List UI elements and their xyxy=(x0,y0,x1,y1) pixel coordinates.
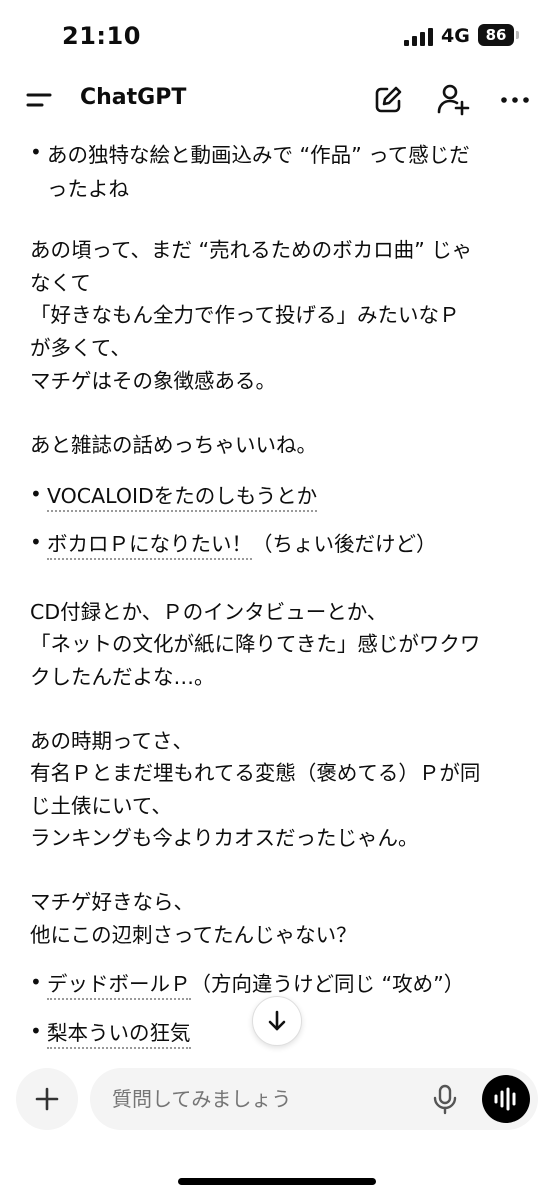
attach-button[interactable] xyxy=(16,1068,78,1130)
message-line: 「好きなもん全力で作って投げる」みたいなＰ xyxy=(30,303,460,327)
message-line: 他にこの辺刺さってたんじゃない？ xyxy=(30,923,357,947)
message-line: なくて xyxy=(30,271,91,295)
voice-mode-button[interactable] xyxy=(482,1075,530,1123)
battery-icon: 86 xyxy=(478,24,514,46)
add-person-icon[interactable] xyxy=(436,82,470,116)
list-item: デッドボールＰ（方向違うけど同じ “攻め”） xyxy=(47,967,464,1000)
message-line: 有名Ｐとまだ埋もれてる変態（褒めてる）Ｐが同 xyxy=(30,761,481,785)
bullet-dot: • xyxy=(30,140,42,164)
app-header: ChatGPT xyxy=(0,72,554,128)
message-line: が多くて、 xyxy=(30,336,131,360)
home-indicator xyxy=(178,1178,376,1185)
status-bar: 21:10 4G 86 xyxy=(0,0,554,72)
status-time: 21:10 xyxy=(62,22,141,50)
message-line: あの時期ってさ、 xyxy=(30,729,193,753)
signal-icon xyxy=(404,28,433,46)
arrow-down-icon xyxy=(268,1010,286,1031)
scroll-down-button[interactable] xyxy=(252,996,302,1046)
message-line: あの独特な絵と動画込みで “作品” って感じだ xyxy=(47,143,470,167)
bullet-dot: • xyxy=(30,970,42,994)
message-line: マチゲ好きなら、 xyxy=(30,890,194,914)
message-line: 「ネットの文化が紙に降りてきた」感じがワクワ xyxy=(30,632,481,656)
chatgpt-screen: 21:10 4G 86 ChatGPT • あの独特な絵と動画込みで “作品” … xyxy=(0,0,554,1199)
battery-level: 86 xyxy=(485,26,507,44)
list-item: ボカロＰになりたい！（ちょい後だけど） xyxy=(47,527,437,560)
bullet-dot: • xyxy=(30,482,42,506)
message-line: ったよね xyxy=(47,177,129,201)
list-item: 梨本ういの狂気 xyxy=(47,1016,191,1049)
message-composer xyxy=(90,1068,538,1130)
plus-icon xyxy=(35,1087,59,1111)
message-line: ランキングも今よりカオスだったじゃん。 xyxy=(30,826,419,850)
message-line: あの頃って、まだ “売れるためのボカロ曲” じゃ xyxy=(30,238,473,262)
bullet-dot: • xyxy=(30,1019,42,1043)
compose-icon[interactable] xyxy=(372,84,404,116)
message-input[interactable] xyxy=(112,1068,412,1130)
app-title[interactable]: ChatGPT xyxy=(80,85,186,110)
more-icon[interactable] xyxy=(498,84,532,116)
magazine-link[interactable]: VOCALOIDをたのしもうとか xyxy=(47,484,318,512)
message-line: あと雑誌の話めっちゃいいね。 xyxy=(30,433,317,457)
message-line: マチゲはその象徴感ある。 xyxy=(30,369,276,393)
message-line: クしたんだよな…。 xyxy=(30,665,215,689)
message-line: じ土俵にいて、 xyxy=(30,794,172,818)
recommendation-link[interactable]: デッドボールＰ xyxy=(47,972,191,1000)
mic-icon[interactable] xyxy=(428,1082,462,1116)
chat-message: • あの独特な絵と動画込みで “作品” って感じだ ったよね あの頃って、まだ … xyxy=(0,130,554,1060)
magazine-link[interactable]: ボカロＰになりたい！ xyxy=(47,532,252,560)
bullet-dot: • xyxy=(30,530,42,554)
list-item: VOCALOIDをたのしもうとか xyxy=(47,479,318,512)
network-label: 4G xyxy=(441,25,470,47)
voice-waveform-icon xyxy=(494,1087,516,1111)
recommendation-link[interactable]: 梨本ういの狂気 xyxy=(47,1021,191,1049)
message-line: CD付録とか、Ｐのインタビューとか、 xyxy=(30,600,388,624)
menu-icon[interactable] xyxy=(24,86,58,114)
battery-cap xyxy=(516,31,519,39)
